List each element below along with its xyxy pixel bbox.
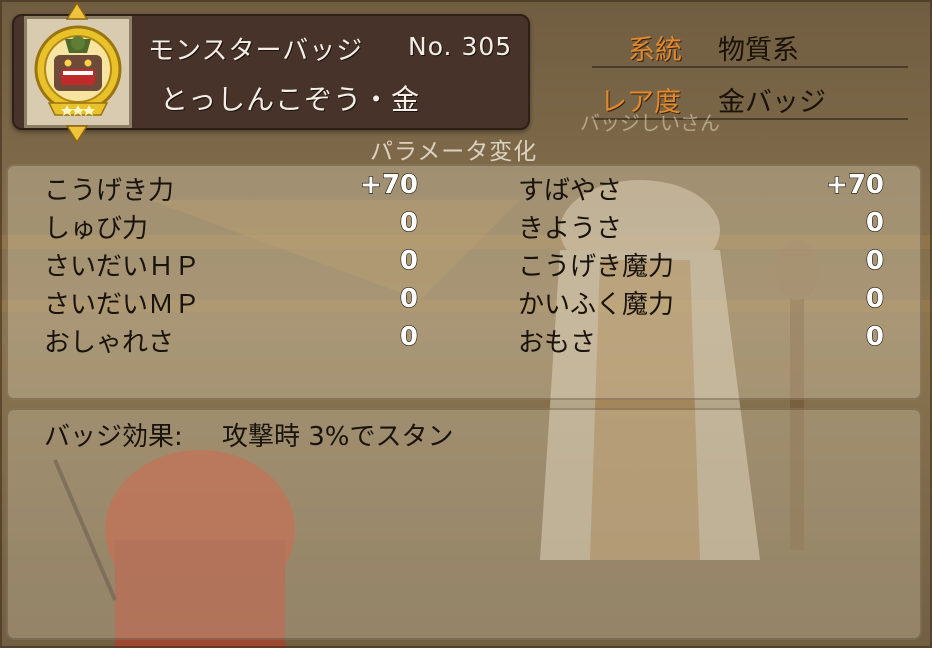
stat-name: すばやさ	[518, 176, 623, 206]
badge-icon-frame	[24, 16, 132, 128]
stat-name: おしゃれさ	[44, 328, 175, 358]
stat-name: こうげき魔力	[518, 252, 675, 282]
lineage-value: 物質系	[718, 35, 799, 66]
stat-value: +70	[825, 169, 884, 200]
effect-text: 攻撃時 3%でスタン	[222, 422, 454, 452]
stat-name: きようさ	[518, 214, 623, 244]
stat-value: 0	[399, 283, 418, 314]
stat-name: こうげき力	[44, 176, 175, 206]
stat-value: 0	[399, 207, 418, 238]
params-title: パラメータ変化	[370, 139, 538, 165]
monster-name: とっしんこぞう・金	[160, 83, 421, 116]
stat-name: さいだいＭＰ	[44, 290, 201, 320]
stat-value: 0	[865, 245, 884, 276]
stat-value: +70	[359, 169, 418, 200]
arrow-up-icon[interactable]	[66, 2, 88, 20]
arrow-down-icon[interactable]	[66, 125, 88, 143]
stat-value: 0	[865, 207, 884, 238]
stat-value: 0	[399, 321, 418, 352]
lineage-label: 系統	[628, 35, 682, 66]
badge-number: No. 305	[408, 32, 513, 61]
divider	[592, 66, 908, 68]
badge-type-label: モンスターバッジ	[148, 36, 364, 66]
npc-name-label: バッジしいさん	[580, 111, 720, 135]
stat-value: 0	[865, 321, 884, 352]
stat-name: かいふく魔力	[518, 290, 675, 320]
stat-value: 0	[865, 283, 884, 314]
stat-name: さいだいＨＰ	[44, 252, 201, 282]
effect-label: バッジ効果:	[44, 422, 183, 452]
stat-name: しゅび力	[44, 214, 149, 244]
rarity-value: 金バッジ	[718, 87, 826, 118]
monster-badge-icon	[34, 25, 122, 116]
stat-value: 0	[399, 245, 418, 276]
stat-name: おもさ	[518, 328, 597, 358]
